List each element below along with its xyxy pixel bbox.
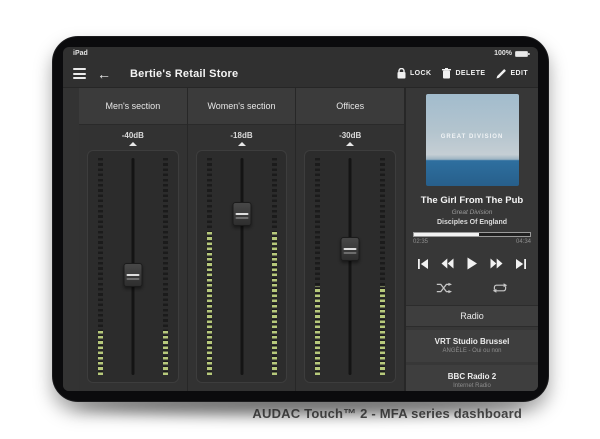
main-content: Men's section -40dB bbox=[63, 87, 538, 391]
vu-meter-left bbox=[98, 158, 103, 375]
total-time: 04:34 bbox=[516, 239, 531, 245]
pencil-icon bbox=[496, 69, 506, 79]
album-art-text: GREAT DIVISION bbox=[426, 134, 519, 140]
zone-womens-section: Women's section -18dB bbox=[188, 88, 297, 391]
track-album: Disciples Of England bbox=[406, 219, 538, 226]
repeat-icon[interactable] bbox=[492, 282, 508, 294]
status-device-label: iPad bbox=[73, 50, 88, 57]
edit-button[interactable]: EDIT bbox=[496, 69, 528, 79]
zone-level-readout: -18dB bbox=[230, 131, 252, 140]
zone-level-readout: -40dB bbox=[122, 131, 144, 140]
image-caption: AUDAC Touch™ 2 - MFA series dashboard bbox=[252, 406, 522, 421]
battery-icon bbox=[515, 51, 528, 57]
trash-icon bbox=[442, 68, 451, 79]
fader-knob[interactable] bbox=[341, 237, 360, 261]
zone-title: Offices bbox=[296, 88, 404, 125]
vu-meter-fill bbox=[163, 331, 168, 375]
app-screen: iPad 100% ← Bertie's Retail Store LOCK bbox=[63, 47, 538, 391]
lock-button[interactable]: LOCK bbox=[397, 68, 431, 79]
station-vrt-studio-brussel[interactable]: VRT Studio Brussel ANGÈLE - Oui ou non bbox=[406, 330, 538, 362]
elapsed-time: 02:35 bbox=[413, 239, 428, 245]
fader-panel bbox=[87, 150, 179, 383]
vu-meter-fill bbox=[98, 331, 103, 375]
zones-area: Men's section -40dB bbox=[63, 88, 405, 391]
fader-panel bbox=[304, 150, 396, 383]
player-panel: GREAT DIVISION The Girl From The Pub Gre… bbox=[405, 88, 538, 391]
skip-previous-button[interactable] bbox=[417, 258, 429, 270]
fader-track[interactable] bbox=[349, 158, 352, 375]
fast-forward-button[interactable] bbox=[490, 258, 503, 269]
status-bar: iPad 100% bbox=[63, 47, 538, 60]
vu-meter-left bbox=[207, 158, 212, 375]
zone-title: Men's section bbox=[79, 88, 187, 125]
ipad-device-frame: iPad 100% ← Bertie's Retail Store LOCK bbox=[52, 36, 549, 402]
skip-next-button[interactable] bbox=[515, 258, 527, 270]
progress-bar[interactable] bbox=[413, 232, 531, 237]
level-pointer-icon bbox=[129, 142, 137, 146]
delete-button[interactable]: DELETE bbox=[442, 68, 485, 79]
radio-section-header: Radio bbox=[406, 305, 538, 327]
lock-icon bbox=[397, 68, 406, 79]
battery-percent: 100% bbox=[494, 50, 512, 57]
station-now-playing: Internet Radio bbox=[408, 383, 536, 389]
vu-meter-fill bbox=[315, 286, 320, 375]
track-title: The Girl From The Pub bbox=[406, 195, 538, 206]
shuffle-icon[interactable] bbox=[436, 282, 452, 294]
screenshot-stage: iPad 100% ← Bertie's Retail Store LOCK bbox=[0, 0, 600, 439]
station-name: VRT Studio Brussel bbox=[408, 337, 536, 346]
station-list: VRT Studio Brussel ANGÈLE - Oui ou non B… bbox=[406, 330, 538, 391]
track-artist: Great Division bbox=[406, 209, 538, 216]
level-pointer-icon bbox=[238, 142, 246, 146]
page-title: Bertie's Retail Store bbox=[130, 68, 238, 80]
zone-level-readout: -30dB bbox=[339, 131, 361, 140]
progress-fill bbox=[414, 233, 479, 236]
station-bbc-radio-2[interactable]: BBC Radio 2 Internet Radio bbox=[406, 365, 538, 391]
secondary-controls bbox=[406, 282, 538, 294]
vu-meter-right bbox=[163, 158, 168, 375]
fader-panel bbox=[196, 150, 288, 383]
vu-meter-right bbox=[380, 158, 385, 375]
progress-section: 02:35 04:34 bbox=[413, 232, 531, 245]
back-arrow-icon[interactable]: ← bbox=[97, 67, 111, 81]
fader-knob[interactable] bbox=[232, 202, 251, 226]
menu-icon[interactable] bbox=[73, 68, 86, 79]
app-bar: ← Bertie's Retail Store LOCK DELETE bbox=[63, 60, 538, 87]
station-name: BBC Radio 2 bbox=[408, 372, 536, 381]
rewind-button[interactable] bbox=[441, 258, 454, 269]
vu-meter-left bbox=[315, 158, 320, 375]
vu-meter-fill bbox=[272, 232, 277, 375]
zone-offices: Offices -30dB bbox=[296, 88, 405, 391]
zone-title: Women's section bbox=[188, 88, 296, 125]
album-art: GREAT DIVISION bbox=[426, 94, 519, 186]
fader-track[interactable] bbox=[240, 158, 243, 375]
vu-meter-right bbox=[272, 158, 277, 375]
play-button[interactable] bbox=[466, 257, 478, 270]
station-now-playing: ANGÈLE - Oui ou non bbox=[408, 348, 536, 354]
transport-controls bbox=[417, 257, 527, 270]
vu-meter-fill bbox=[207, 232, 212, 375]
level-pointer-icon bbox=[346, 142, 354, 146]
vu-meter-fill bbox=[380, 286, 385, 375]
fader-knob[interactable] bbox=[123, 263, 142, 287]
zone-mens-section: Men's section -40dB bbox=[79, 88, 188, 391]
battery-status: 100% bbox=[494, 50, 528, 57]
